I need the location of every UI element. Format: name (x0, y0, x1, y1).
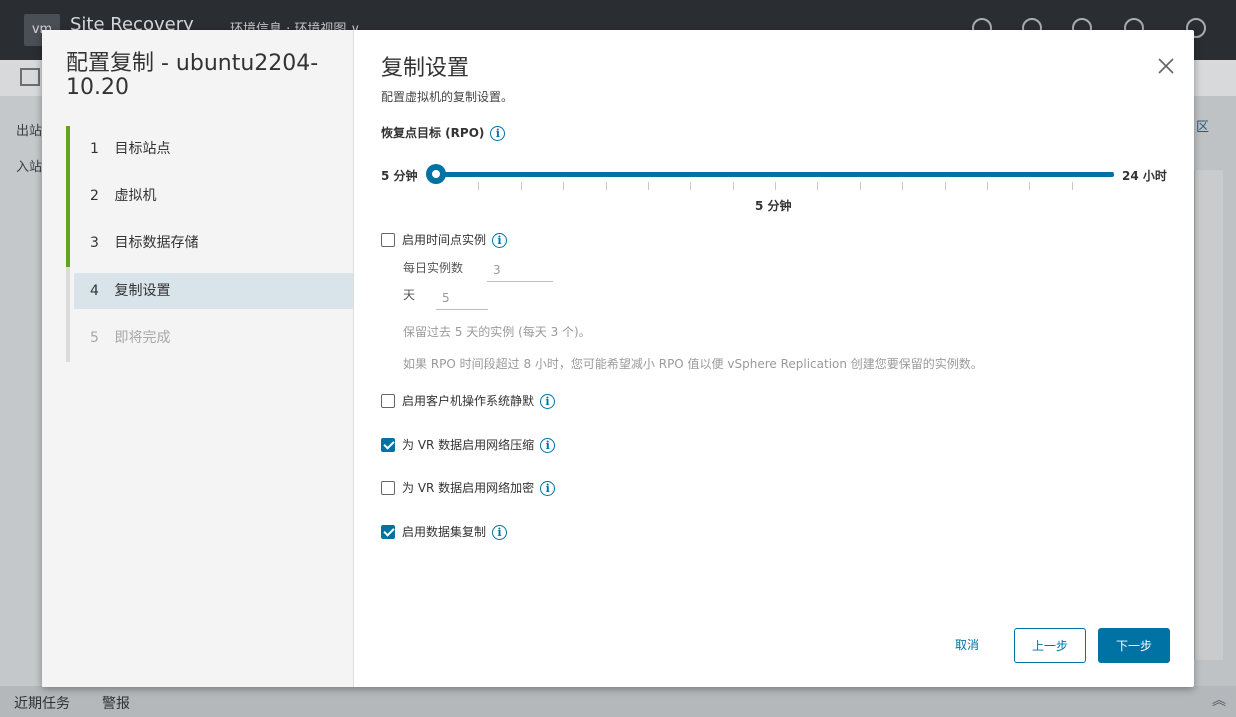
step-number: 5 (90, 330, 99, 346)
network-compression-checkbox[interactable]: 为 VR 数据启用网络压缩 i (381, 436, 556, 454)
slider-tick (859, 182, 861, 190)
quiescing-checkbox[interactable]: 启用客户机操作系统静默 i (381, 392, 556, 410)
step-number: 1 (90, 141, 99, 157)
slider-tick (1029, 182, 1031, 190)
slider-tick (944, 182, 946, 190)
rpo-label-text: 恢复点目标 (RPO) (381, 126, 485, 140)
network-encryption-checkbox[interactable]: 为 VR 数据启用网络加密 i (381, 479, 556, 497)
rpo-max-label: 24 小时 (1122, 169, 1167, 183)
page-subtitle: 配置虚拟机的复制设置。 (381, 90, 514, 104)
cancel-button[interactable]: 取消 (940, 628, 994, 663)
grid-icon (20, 68, 40, 86)
chevron-up-icon: ︽ (1212, 693, 1226, 709)
checkbox-box[interactable] (381, 437, 395, 452)
checkbox-label: 为 VR 数据启用网络压缩 (402, 438, 535, 452)
close-icon[interactable] (1154, 54, 1178, 78)
sidebar-item-outbound: 出站 (16, 124, 43, 139)
days-label: 天 (403, 288, 416, 302)
instances-per-day-input[interactable] (487, 259, 553, 282)
slider-tick (478, 182, 480, 190)
external-link: 区 (1196, 120, 1210, 135)
step-number: 2 (90, 188, 99, 204)
step-replication-settings[interactable]: 4 复制设置 (66, 267, 353, 315)
rpo-slider-thumb[interactable] (426, 164, 446, 184)
slider-tick (902, 182, 904, 190)
info-icon[interactable]: i (540, 481, 556, 496)
step-label: 目标数据存储 (114, 235, 199, 251)
step-ready-to-complete: 5 即将完成 (66, 315, 353, 362)
rpo-slider-track[interactable] (436, 172, 1114, 177)
step-label: 复制设置 (114, 283, 171, 299)
info-icon[interactable]: i (540, 394, 556, 409)
slider-tick (690, 182, 692, 190)
slider-tick (732, 182, 734, 190)
info-icon[interactable]: i (492, 233, 508, 248)
step-target-datastore[interactable]: 3 目标数据存储 (66, 220, 353, 267)
rpo-current-value: 5 分钟 (755, 199, 792, 213)
rpo-advice-text: 如果 RPO 时间段超过 8 小时，您可能希望减小 RPO 值以便 vSpher… (403, 357, 983, 371)
step-number: 3 (90, 235, 99, 251)
checkbox-label: 启用数据集复制 (402, 525, 487, 539)
slider-tick (986, 182, 988, 190)
rpo-label: 恢复点目标 (RPO) i (381, 124, 506, 141)
step-label: 目标站点 (114, 141, 171, 157)
checkbox-box[interactable] (381, 480, 395, 495)
checkbox-label: 启用时间点实例 (402, 233, 487, 247)
wizard-nav: 配置复制 - ubuntu2204-10.20 1 目标站点 2 虚拟机 3 目… (42, 30, 354, 687)
retention-text: 保留过去 5 天的实例 (每天 3 个)。 (403, 325, 591, 339)
instances-per-day-label: 每日实例数 (403, 261, 464, 275)
info-icon[interactable]: i (490, 126, 506, 141)
slider-tick (520, 182, 522, 190)
back-button[interactable]: 上一步 (1014, 628, 1086, 663)
rpo-min-label: 5 分钟 (381, 169, 418, 183)
checkbox-box[interactable] (381, 232, 395, 247)
slider-tick (563, 182, 565, 190)
slider-tick (647, 182, 649, 190)
slider-tick (1071, 182, 1073, 190)
next-button[interactable]: 下一步 (1098, 628, 1170, 663)
dataset-replication-checkbox[interactable]: 启用数据集复制 i (381, 523, 508, 541)
wizard-title: 配置复制 - ubuntu2204-10.20 (66, 51, 319, 100)
info-icon[interactable]: i (540, 438, 556, 453)
app-footer: 近期任务 警报 ︽ (0, 686, 1236, 717)
slider-tick (775, 182, 776, 190)
wizard-content: 复制设置 配置虚拟机的复制设置。 恢复点目标 (RPO) i 5 分钟 24 小时… (354, 30, 1194, 687)
configure-replication-modal: 配置复制 - ubuntu2204-10.20 1 目标站点 2 虚拟机 3 目… (42, 30, 1194, 687)
app-right-panel (1194, 170, 1223, 660)
wizard-steps: 1 目标站点 2 虚拟机 3 目标数据存储 4 复制设置 5 即将完成 (66, 126, 353, 362)
checkbox-label: 为 VR 数据启用网络加密 (402, 481, 535, 495)
pit-instances-checkbox[interactable]: 启用时间点实例 i (381, 231, 508, 249)
alarms-tab: 警报 (102, 696, 130, 712)
recent-tasks-tab: 近期任务 (14, 696, 70, 712)
slider-tick (605, 182, 607, 190)
page-title: 复制设置 (381, 56, 470, 81)
step-label: 虚拟机 (114, 188, 157, 204)
slider-tick (817, 182, 819, 190)
step-label: 即将完成 (114, 330, 171, 346)
step-virtual-machines[interactable]: 2 虚拟机 (66, 173, 353, 220)
checkbox-label: 启用客户机操作系统静默 (402, 394, 535, 408)
info-icon[interactable]: i (492, 525, 508, 540)
sidebar-item-inbound: 入站 (16, 160, 43, 175)
step-number: 4 (90, 283, 99, 299)
step-target-site[interactable]: 1 目标站点 (66, 126, 353, 173)
checkbox-box[interactable] (381, 524, 395, 539)
days-input[interactable] (436, 287, 488, 310)
checkbox-box[interactable] (381, 393, 395, 408)
